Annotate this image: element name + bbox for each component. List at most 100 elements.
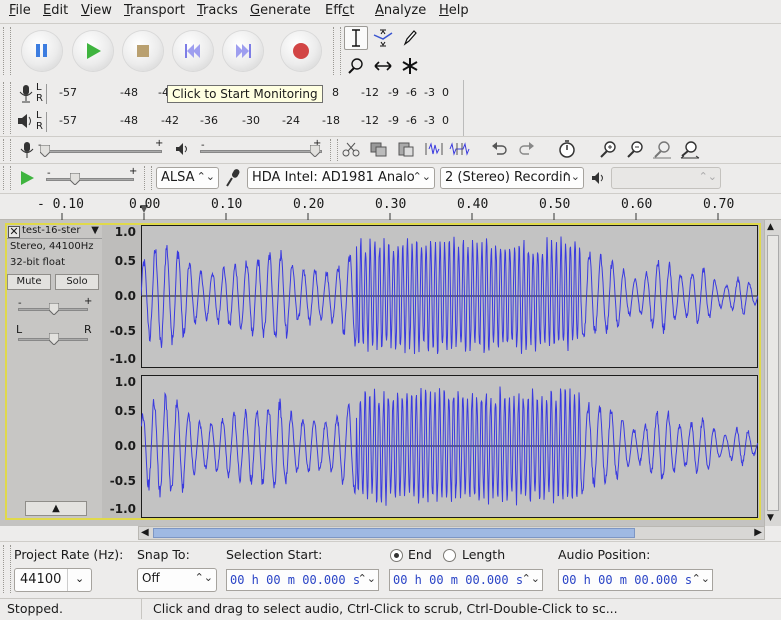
- status-divider: [141, 599, 142, 619]
- track-name-menu[interactable]: test-16-ster ▼: [22, 225, 102, 239]
- zoom-out-button[interactable]: [622, 137, 648, 161]
- recording-device-select[interactable]: HDA Intel: AD1981 Analo ⌃⌄: [247, 167, 435, 189]
- audio-position-time[interactable]: 00 h 00 m 00.000 s ⌃⌄: [558, 569, 713, 591]
- scroll-up-icon[interactable]: ▲: [767, 222, 774, 232]
- output-volume-icon: [176, 143, 187, 155]
- draw-tool-button[interactable]: [398, 26, 422, 50]
- audio-host-select[interactable]: ALSA ⌃⌄: [156, 167, 219, 189]
- audio-host-value: ALSA: [161, 170, 195, 185]
- ruler-label: - 0.10: [37, 197, 84, 212]
- mixer-toolbar-grip[interactable]: [3, 139, 11, 161]
- scroll-down-icon[interactable]: ▼: [767, 513, 774, 523]
- selection-toolbar-grip[interactable]: [3, 545, 11, 593]
- chevron-down-icon[interactable]: ⌄: [75, 572, 84, 585]
- track-control-panel[interactable]: ✕ test-16-ster ▼ Stereo, 44100Hz 32-bit f…: [7, 225, 102, 518]
- edit-toolbar-grip[interactable]: [330, 139, 338, 161]
- menu-help-label: elp: [448, 3, 469, 18]
- envelope-tool-button[interactable]: [371, 26, 395, 50]
- menu-tracks[interactable]: Tracks: [197, 3, 238, 18]
- tools-toolbar-grip[interactable]: [333, 27, 341, 75]
- scroll-right-icon[interactable]: ▶: [754, 527, 762, 538]
- trim-icon: [425, 142, 443, 155]
- playback-device-select[interactable]: ⌃⌄: [611, 167, 721, 189]
- menu-edit[interactable]: Edit: [43, 3, 68, 18]
- meter-toolbar-grip[interactable]: [3, 82, 11, 134]
- menu-effect[interactable]: Effct: [325, 3, 354, 18]
- snap-to-value: Off: [142, 571, 160, 585]
- track-gain-thumb[interactable]: [49, 303, 59, 315]
- input-volume-thumb[interactable]: [40, 145, 50, 157]
- mute-button[interactable]: Mute: [7, 274, 51, 290]
- selection-end-time[interactable]: 00 h 00 m 00.000 s ⌃⌄: [389, 569, 543, 591]
- pause-button[interactable]: [22, 31, 62, 71]
- solo-button[interactable]: Solo: [55, 274, 99, 290]
- output-volume-slider[interactable]: [200, 150, 322, 153]
- project-rate-label: Project Rate (Hz):: [14, 547, 124, 562]
- collapse-track-button[interactable]: ▲: [25, 501, 87, 516]
- play-meter-tick: -36: [200, 114, 218, 127]
- device-toolbar-grip[interactable]: [144, 166, 152, 190]
- horizontal-scrollbar[interactable]: ◀ ▶: [138, 526, 765, 540]
- multi-tool-button[interactable]: [398, 54, 422, 78]
- transport-toolbar-grip[interactable]: [3, 27, 11, 75]
- i-beam-icon: [352, 29, 360, 47]
- vertical-scrollbar[interactable]: ▲ ▼: [764, 220, 781, 526]
- input-volume-slider[interactable]: [40, 150, 162, 153]
- horizontal-scroll-thumb[interactable]: [153, 528, 635, 538]
- menu-analyze[interactable]: Analyze: [375, 3, 426, 18]
- track-close-button[interactable]: ✕: [8, 226, 20, 238]
- paste-button[interactable]: [393, 137, 419, 161]
- silence-button[interactable]: [447, 137, 473, 161]
- speaker-icon: [18, 114, 31, 128]
- copy-button[interactable]: [366, 137, 392, 161]
- cut-button[interactable]: [338, 137, 364, 161]
- transcription-toolbar-grip[interactable]: [3, 166, 11, 190]
- stop-button[interactable]: [123, 31, 163, 71]
- pause-icon: [36, 44, 47, 57]
- output-volume-thumb[interactable]: [310, 145, 320, 157]
- menu-edit-label: dit: [51, 3, 69, 18]
- end-radio[interactable]: [390, 549, 403, 562]
- zoom-tool-button[interactable]: [344, 54, 368, 78]
- project-rate-combo[interactable]: 44100 ⌄: [14, 568, 92, 592]
- trim-button[interactable]: [421, 137, 447, 161]
- playback-speed-slider[interactable]: [46, 178, 134, 181]
- length-radio[interactable]: [443, 549, 456, 562]
- skip-to-end-button[interactable]: [223, 31, 263, 71]
- menu-view[interactable]: View: [81, 3, 112, 18]
- play-at-speed-button[interactable]: [14, 166, 40, 190]
- menu-generate[interactable]: Generate: [250, 3, 311, 18]
- menu-help[interactable]: Help: [439, 3, 469, 18]
- play-meter-tick: 0: [442, 114, 449, 127]
- snap-to-select[interactable]: Off ⌃⌄: [137, 568, 217, 592]
- y-axis-label: 0.5: [114, 254, 136, 268]
- fit-selection-button[interactable]: [649, 137, 675, 161]
- vertical-scroll-thumb[interactable]: [767, 235, 779, 511]
- scroll-left-icon[interactable]: ◀: [141, 527, 149, 538]
- playback-speed-thumb[interactable]: [70, 173, 80, 185]
- play-button[interactable]: [73, 31, 113, 71]
- skip-to-start-button[interactable]: [173, 31, 213, 71]
- updown-icon: ⌃⌄: [194, 571, 213, 584]
- redo-button[interactable]: [513, 137, 539, 161]
- time-shift-tool-button[interactable]: [371, 54, 395, 78]
- record-button[interactable]: [281, 31, 321, 71]
- recording-channels-select[interactable]: 2 (Stereo) Recordin ⌃⌄: [440, 167, 584, 189]
- menu-transport[interactable]: Transport: [124, 3, 185, 18]
- menu-file[interactable]: File: [9, 3, 31, 18]
- speed-plus: +: [129, 166, 138, 177]
- menu-effect-label: t: [349, 3, 355, 18]
- menu-separator: [0, 23, 781, 24]
- y-axis-label: 0.5: [114, 404, 136, 418]
- track-pan-thumb[interactable]: [49, 333, 59, 345]
- sync-lock-button[interactable]: [554, 137, 580, 161]
- play-meter-channels: LR: [36, 110, 43, 132]
- ruler-label: 0.30: [375, 197, 407, 212]
- selection-tool-button[interactable]: [344, 26, 368, 50]
- updown-icon: ⌃⌄: [357, 572, 376, 585]
- fit-project-button[interactable]: [677, 137, 703, 161]
- undo-button[interactable]: [487, 137, 513, 161]
- record-meter-tick: -6: [406, 86, 417, 99]
- zoom-in-button[interactable]: [595, 137, 621, 161]
- selection-start-time[interactable]: 00 h 00 m 00.000 s ⌃⌄: [226, 569, 379, 591]
